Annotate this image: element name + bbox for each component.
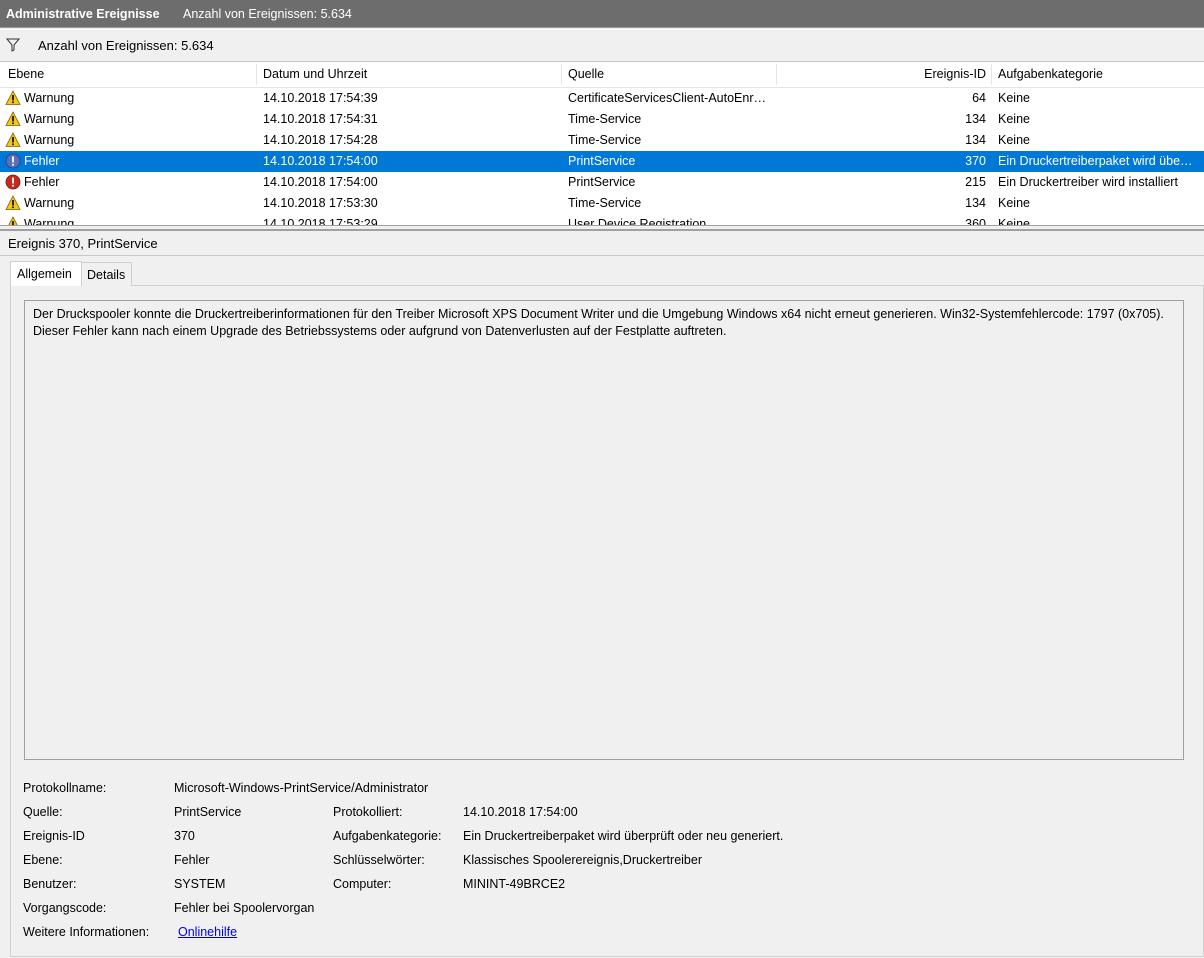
event-id-value: 370: [174, 829, 195, 843]
column-header-task-category[interactable]: Aufgabenkategorie: [998, 67, 1103, 81]
row-task-category: Keine: [998, 133, 1030, 147]
row-datetime: 14.10.2018 17:54:39: [263, 91, 378, 105]
level-label: Ebene:: [23, 853, 63, 867]
row-event-id: 134: [965, 196, 986, 210]
keywords-label: Schlüsselwörter:: [333, 853, 425, 867]
column-header-datetime[interactable]: Datum und Uhrzeit: [263, 67, 367, 81]
row-level: Warnung: [24, 217, 75, 226]
table-row[interactable]: Fehler 14.10.2018 17:54:00 PrintService 370…: [0, 151, 1204, 172]
source-label: Quelle:: [23, 805, 63, 819]
row-event-id: 215: [965, 175, 986, 189]
event-id-label: Ereignis-ID: [23, 829, 85, 843]
error-icon: [5, 153, 21, 169]
tab-allgemein-label: Allgemein: [17, 267, 72, 281]
filter-count-label: Anzahl von Ereignissen: 5.634: [38, 38, 214, 53]
opcode-value: Fehler bei Spoolervorgan: [174, 901, 315, 915]
table-row[interactable]: Warnung 14.10.2018 17:54:28 Time-Service 13…: [0, 130, 1204, 151]
title-bar: Administrative Ereignisse Anzahl von Ere…: [0, 0, 1204, 28]
warning-icon: [5, 111, 21, 127]
tab-allgemein[interactable]: Allgemein: [10, 261, 82, 286]
row-event-id: 64: [972, 91, 986, 105]
table-row[interactable]: Warnung 14.10.2018 17:53:29 User Device Re…: [0, 214, 1204, 226]
warning-icon: [5, 90, 21, 106]
warning-icon: [5, 195, 21, 211]
row-task-category: Keine: [998, 91, 1030, 105]
table-row[interactable]: Warnung 14.10.2018 17:53:30 Time-Service 13…: [0, 193, 1204, 214]
row-datetime: 14.10.2018 17:54:28: [263, 133, 378, 147]
row-datetime: 14.10.2018 17:54:31: [263, 112, 378, 126]
error-icon: [5, 174, 21, 190]
table-row[interactable]: Warnung 14.10.2018 17:54:31 Time-Service 13…: [0, 109, 1204, 130]
level-value: Fehler: [174, 853, 210, 867]
column-header-source[interactable]: Quelle: [568, 67, 604, 81]
column-header-level[interactable]: Ebene: [8, 67, 44, 81]
table-row[interactable]: Fehler 14.10.2018 17:54:00 PrintService 215…: [0, 172, 1204, 193]
row-source: Time-Service: [568, 196, 642, 210]
row-task-category: Ein Druckertreiberpaket wird übe…: [998, 154, 1193, 168]
user-label: Benutzer:: [23, 877, 77, 891]
tab-details-label: Details: [87, 268, 126, 282]
row-task-category: Keine: [998, 196, 1030, 210]
row-source: CertificateServicesClient-AutoEnr…: [568, 91, 766, 105]
event-detail-header: Ereignis 370, PrintService: [0, 229, 1204, 256]
row-level: Fehler: [24, 154, 60, 168]
computer-label: Computer:: [333, 877, 392, 891]
filter-icon[interactable]: [6, 38, 20, 52]
task-category-value: Ein Druckertreiberpaket wird überprüft o…: [463, 829, 784, 843]
logged-value: 14.10.2018 17:54:00: [463, 805, 578, 819]
row-level: Warnung: [24, 196, 75, 210]
column-header-event-id[interactable]: Ereignis-ID: [924, 67, 986, 81]
warning-icon: [5, 216, 21, 225]
event-detail-title: Ereignis 370, PrintService: [8, 236, 158, 251]
row-level: Fehler: [24, 175, 60, 189]
logged-label: Protokolliert:: [333, 805, 403, 819]
row-level: Warnung: [24, 112, 75, 126]
row-source: Time-Service: [568, 112, 642, 126]
row-task-category: Keine: [998, 112, 1030, 126]
row-datetime: 14.10.2018 17:54:00: [263, 175, 378, 189]
row-event-id: 370: [965, 154, 986, 168]
row-event-id: 134: [965, 133, 986, 147]
more-info-label: Weitere Informationen:: [23, 925, 150, 939]
warning-icon: [5, 132, 21, 148]
table-row[interactable]: Warnung 14.10.2018 17:54:39 CertificateSer…: [0, 88, 1204, 109]
log-name-label: Protokollname:: [23, 781, 107, 795]
row-datetime: 14.10.2018 17:54:00: [263, 154, 378, 168]
source-value: PrintService: [174, 805, 242, 819]
online-help-link[interactable]: Onlinehilfe: [178, 925, 237, 939]
row-datetime: 14.10.2018 17:53:29: [263, 217, 378, 226]
user-value: SYSTEM: [174, 877, 226, 891]
tab-details[interactable]: Details: [80, 262, 132, 286]
row-level: Warnung: [24, 91, 75, 105]
event-list[interactable]: Ebene Datum und Uhrzeit Quelle Ereignis-…: [0, 61, 1204, 226]
row-source: PrintService: [568, 154, 636, 168]
window-subtitle: Anzahl von Ereignissen: 5.634: [183, 7, 352, 21]
task-category-label: Aufgabenkategorie:: [333, 829, 442, 843]
row-source: PrintService: [568, 175, 636, 189]
row-level: Warnung: [24, 133, 75, 147]
filter-bar: Anzahl von Ereignissen: 5.634: [0, 29, 1204, 61]
row-event-id: 134: [965, 112, 986, 126]
log-name-value: Microsoft-Windows-PrintService/Administr…: [174, 781, 429, 795]
row-task-category: Keine: [998, 217, 1030, 226]
computer-value: MININT-49BRCE2: [463, 877, 566, 891]
row-datetime: 14.10.2018 17:53:30: [263, 196, 378, 210]
row-source: Time-Service: [568, 133, 642, 147]
row-source: User Device Registration: [568, 217, 707, 226]
event-list-header: Ebene Datum und Uhrzeit Quelle Ereignis-…: [0, 62, 1204, 88]
row-event-id: 360: [965, 217, 986, 226]
opcode-label: Vorgangscode:: [23, 901, 107, 915]
window-title: Administrative Ereignisse: [6, 7, 160, 21]
row-task-category: Ein Druckertreiber wird installiert: [998, 175, 1178, 189]
event-description[interactable]: Der Druckspooler konnte die Druckertreib…: [24, 300, 1184, 760]
keywords-value: Klassisches Spoolerereignis,Druckertreib…: [463, 853, 702, 867]
